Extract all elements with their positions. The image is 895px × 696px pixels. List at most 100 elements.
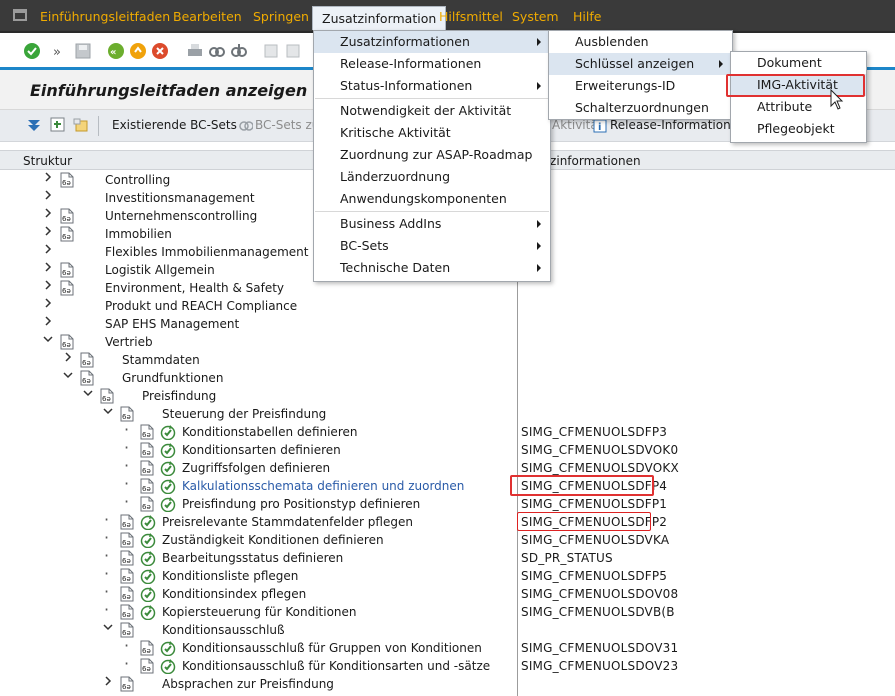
zusatz-menu-item[interactable]: BC-Sets: [314, 235, 550, 257]
tree-node-label[interactable]: Kopiersteuerung für Konditionen: [162, 605, 357, 619]
tree-node[interactable]: Produkt und REACH Compliance: [0, 297, 895, 315]
collapse-node-icon[interactable]: [102, 406, 114, 419]
cancel-icon[interactable]: [151, 42, 169, 60]
documentation-icon[interactable]: 6ə: [80, 352, 94, 368]
collapse-subtree-icon[interactable]: [50, 117, 66, 136]
tree-node[interactable]: · 6ə Kalkulationsschemata definieren und z…: [0, 474, 895, 495]
schluessel-submenu-item[interactable]: Pflegeobjekt: [731, 118, 866, 140]
tree-node-label[interactable]: Unternehmenscontrolling: [105, 209, 257, 223]
tree-node[interactable]: 6ə Grundfunktionen: [0, 369, 895, 387]
tree-node-label[interactable]: Produkt und REACH Compliance: [105, 299, 297, 313]
documentation-icon[interactable]: 6ə: [140, 496, 154, 512]
documentation-icon[interactable]: 6ə: [120, 676, 134, 692]
execute-activity-icon[interactable]: [160, 460, 176, 477]
tree-node[interactable]: · 6ə Konditionsliste pflegen SIMG_CFMENUOLS…: [0, 564, 895, 585]
collapse-node-icon[interactable]: [102, 622, 114, 635]
tree-node-label[interactable]: Konditionsausschluß: [162, 623, 285, 637]
zusatz-menu-item[interactable]: Business AddIns: [314, 213, 550, 235]
tree-node[interactable]: · 6ə Konditionsindex pflegen SIMG_CFMENUOLS…: [0, 582, 895, 603]
back-icon[interactable]: «: [107, 42, 125, 60]
documentation-icon[interactable]: 6ə: [120, 586, 134, 602]
tree-node-label[interactable]: Kalkulationsschemata definieren und zuor…: [182, 479, 464, 493]
zusatz-menu-item[interactable]: Anwendungskomponenten: [314, 188, 550, 210]
execute-activity-icon[interactable]: [140, 532, 156, 549]
documentation-icon[interactable]: 6ə: [120, 514, 134, 530]
tree-node-label[interactable]: Steuerung der Preisfindung: [162, 407, 326, 421]
documentation-icon[interactable]: 6ə: [120, 568, 134, 584]
documentation-icon[interactable]: 6ə: [140, 478, 154, 494]
menu-hilfe[interactable]: Hilfe: [569, 7, 605, 27]
documentation-icon[interactable]: 6ə: [120, 532, 134, 548]
tree-node-label[interactable]: Bearbeitungsstatus definieren: [162, 551, 343, 565]
tree-node-label[interactable]: Logistik Allgemein: [105, 263, 215, 277]
tree-node[interactable]: · 6ə Kopiersteuerung für Konditionen SIMG_C…: [0, 600, 895, 621]
collapse-node-icon[interactable]: [82, 388, 94, 401]
menu-zusatzinformation[interactable]: Zusatzinformation: [312, 6, 447, 30]
documentation-icon[interactable]: 6ə: [140, 442, 154, 458]
print-icon[interactable]: [186, 42, 204, 60]
tree-node-label[interactable]: Vertrieb: [105, 335, 153, 349]
tree-node-label[interactable]: Stammdaten: [122, 353, 200, 367]
collapse-node-icon[interactable]: [62, 370, 74, 383]
tree-node[interactable]: · 6ə Zugriffsfolgen definieren SIMG_CFMENUO…: [0, 456, 895, 477]
expand-node-icon[interactable]: [42, 172, 54, 185]
documentation-icon[interactable]: 6ə: [140, 658, 154, 674]
documentation-icon[interactable]: 6ə: [60, 262, 74, 278]
tree-node[interactable]: 6ə Steuerung der Preisfindung: [0, 405, 895, 423]
execute-activity-icon[interactable]: [140, 604, 156, 621]
schluessel-submenu-item[interactable]: Attribute: [731, 96, 866, 118]
documentation-icon[interactable]: 6ə: [140, 424, 154, 440]
tree-node-label[interactable]: Konditionstabellen definieren: [182, 425, 357, 439]
exit-icon[interactable]: [129, 42, 147, 60]
zusatz-menu-item[interactable]: Technische Daten: [314, 257, 550, 279]
expand-node-icon[interactable]: [62, 352, 74, 365]
expand-node-icon[interactable]: [42, 298, 54, 311]
zusatz-menu-item[interactable]: Status-Informationen: [314, 75, 550, 97]
find-next-icon[interactable]: [230, 42, 248, 60]
schluessel-submenu-item[interactable]: Dokument: [731, 52, 866, 74]
tree-node-label[interactable]: Investitionsmanagement: [105, 191, 255, 205]
execute-activity-icon[interactable]: [140, 550, 156, 567]
menu-springen[interactable]: Springen: [249, 7, 313, 27]
execute-activity-icon[interactable]: [140, 568, 156, 585]
tree-node[interactable]: · 6ə Konditionstabellen definieren SIMG_CFM…: [0, 420, 895, 441]
expand-subtree-icon[interactable]: [27, 118, 41, 135]
tree-node[interactable]: · 6ə Konditionsarten definieren SIMG_CFMENU…: [0, 438, 895, 459]
documentation-icon[interactable]: 6ə: [100, 388, 114, 404]
zusatz-menu-item[interactable]: Kritische Aktivität: [314, 122, 550, 144]
expand-node-icon[interactable]: [42, 208, 54, 221]
expand-node-icon[interactable]: [42, 226, 54, 239]
documentation-icon[interactable]: 6ə: [120, 604, 134, 620]
tree-node-label[interactable]: Konditionsindex pflegen: [162, 587, 306, 601]
first-page-icon[interactable]: [262, 42, 280, 60]
execute-activity-icon[interactable]: [160, 496, 176, 513]
expand-node-icon[interactable]: [42, 190, 54, 203]
enter-icon[interactable]: [23, 42, 41, 60]
tree-node[interactable]: · 6ə Konditionsausschluß für Konditionsart…: [0, 654, 895, 675]
menu-einfuehrungsleitfaden[interactable]: Einführungsleitfaden: [36, 7, 174, 27]
tree-node-label[interactable]: SAP EHS Management: [105, 317, 239, 331]
execute-activity-icon[interactable]: [160, 442, 176, 459]
tree-node[interactable]: 6ə Vertrieb: [0, 333, 895, 351]
documentation-icon[interactable]: 6ə: [140, 460, 154, 476]
zusatzinfo-submenu-item[interactable]: Ausblenden: [549, 31, 732, 53]
expand-node-icon[interactable]: [42, 244, 54, 257]
menu-hilfsmittel[interactable]: Hilfsmittel: [435, 7, 507, 27]
tree-node-label[interactable]: Preisrelevante Stammdatenfelder pflegen: [162, 515, 413, 529]
bc-set-icon[interactable]: [73, 117, 89, 136]
command-field-toggle-icon[interactable]: »: [50, 42, 68, 60]
zusatzinfo-submenu-item[interactable]: Schalterzuordnungen: [549, 97, 732, 119]
zusatz-menu-item[interactable]: Notwendigkeit der Aktivität: [314, 100, 550, 122]
find-icon[interactable]: [208, 42, 226, 60]
bc-sets-icon[interactable]: [239, 119, 254, 136]
zusatz-menu-item[interactable]: Zuordnung zur ASAP-Roadmap: [314, 144, 550, 166]
execute-activity-icon[interactable]: [160, 424, 176, 441]
tree-node-label[interactable]: Preisfindung: [142, 389, 216, 403]
tree-node[interactable]: · 6ə Bearbeitungsstatus definieren SD_PR_ST…: [0, 546, 895, 567]
tree-node-label[interactable]: Immobilien: [105, 227, 172, 241]
documentation-icon[interactable]: 6ə: [60, 334, 74, 350]
tree-node-label[interactable]: Zuständigkeit Konditionen definieren: [162, 533, 384, 547]
release-information-button[interactable]: Release-Informationen: [610, 118, 746, 132]
bc-sets-for-activity-button[interactable]: BC-Sets zu: [255, 118, 319, 132]
zusatz-menu-item[interactable]: Release-Informationen: [314, 53, 550, 75]
